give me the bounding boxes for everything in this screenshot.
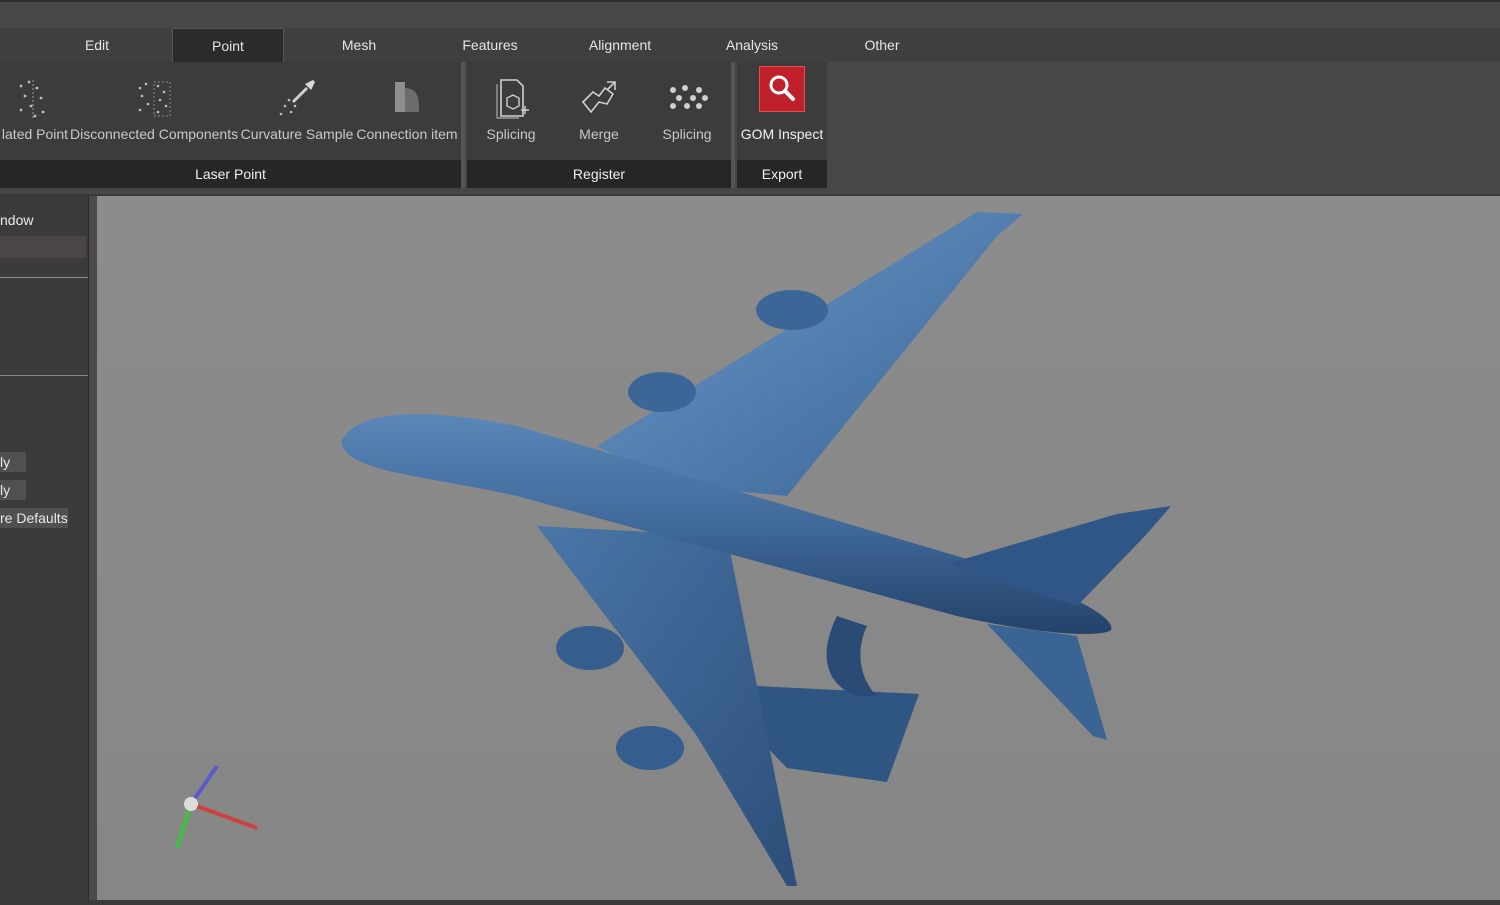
- panel-splitter[interactable]: [89, 196, 97, 900]
- tool-label: Splicing: [486, 126, 536, 142]
- group-label-laser-point: Laser Point: [0, 160, 461, 188]
- tab-features[interactable]: Features: [434, 28, 546, 62]
- apply-button[interactable]: ly: [0, 452, 26, 472]
- ribbon-tabs: Edit Point Mesh Features Alignment Analy…: [0, 28, 1500, 62]
- connection-item-tool[interactable]: Connection item: [354, 62, 460, 158]
- splicing-dots-tool[interactable]: Splicing: [643, 62, 731, 158]
- splicing-doc-icon: [496, 79, 529, 119]
- airplane-model: [341, 212, 1171, 886]
- axis-triad-icon: [175, 764, 258, 849]
- tool-label: Disconnected Components: [70, 126, 239, 142]
- splicing-tool[interactable]: Splicing: [467, 62, 555, 158]
- apply-all-button[interactable]: ly: [0, 480, 26, 500]
- left-panel: ndow ly ly re Defaults: [0, 196, 89, 900]
- connection-item-icon: [395, 82, 419, 112]
- group-label-register: Register: [467, 160, 731, 188]
- magnifier-icon: [769, 75, 795, 101]
- gom-inspect-tile: [759, 66, 805, 112]
- gom-inspect-button[interactable]: GOM Inspect: [737, 62, 827, 158]
- isolated-point-icon: [19, 80, 45, 118]
- group-laser-point: lated Point Disconnected Components Curv…: [0, 62, 461, 188]
- merge-tool[interactable]: Merge: [555, 62, 643, 158]
- tool-label: Merge: [579, 126, 619, 142]
- tab-other[interactable]: Other: [826, 28, 938, 62]
- restore-defaults-button[interactable]: re Defaults: [0, 508, 68, 528]
- panel-divider: [0, 277, 88, 278]
- tool-label: Connection item: [356, 126, 458, 142]
- panel-header: ndow: [0, 212, 34, 228]
- curvature-sample-icon: [279, 80, 315, 116]
- merge-icon: [581, 81, 616, 114]
- group-register: Splicing Merge Splicing Register: [467, 62, 731, 188]
- tool-label: GOM Inspect: [740, 126, 824, 142]
- splicing-dots-icon: [670, 85, 708, 109]
- tool-label: Splicing: [662, 126, 712, 142]
- group-export: GOM Inspect Export: [737, 62, 827, 188]
- group-label-export: Export: [737, 160, 827, 188]
- tab-point[interactable]: Point: [172, 28, 284, 62]
- tab-mesh[interactable]: Mesh: [304, 28, 414, 62]
- disconnected-components-tool[interactable]: Disconnected Components: [70, 62, 238, 158]
- disconnected-components-icon: [138, 81, 171, 117]
- curvature-sample-tool[interactable]: Curvature Sample: [240, 62, 354, 158]
- tab-analysis[interactable]: Analysis: [696, 28, 808, 62]
- group-separator: [731, 62, 735, 188]
- tab-alignment[interactable]: Alignment: [564, 28, 676, 62]
- tab-edit[interactable]: Edit: [42, 28, 152, 62]
- 3d-viewport[interactable]: [97, 196, 1500, 900]
- group-separator: [461, 62, 465, 188]
- panel-divider: [0, 375, 88, 376]
- panel-selected-row[interactable]: [0, 236, 86, 258]
- tool-label: Curvature Sample: [240, 126, 354, 142]
- title-bar: [0, 0, 1500, 30]
